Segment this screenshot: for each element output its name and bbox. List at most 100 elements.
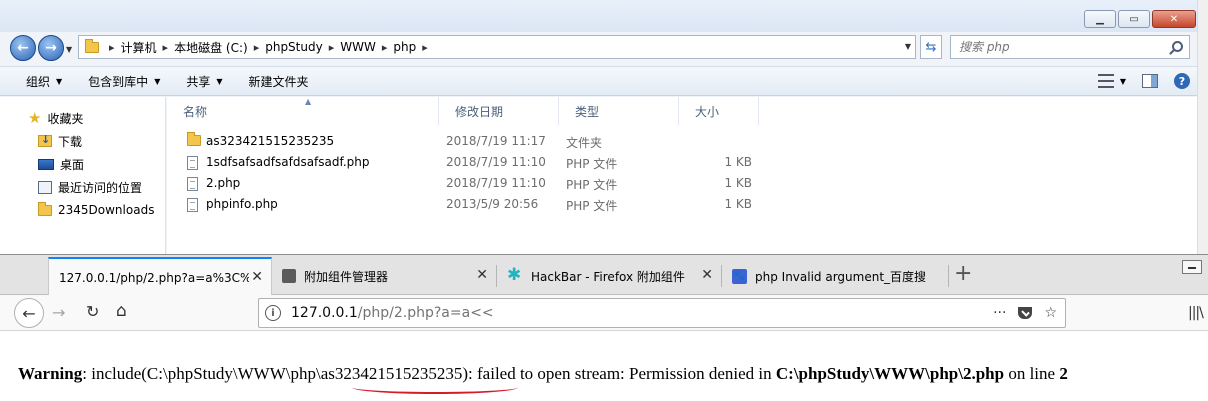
bookmark-star-icon[interactable]: ☆ — [1044, 305, 1057, 321]
breadcrumb-separator[interactable]: ▸ — [382, 41, 388, 54]
breadcrumb-separator[interactable]: ▸ — [422, 41, 428, 54]
pocket-icon[interactable] — [1018, 307, 1033, 319]
column-name-label: 名称 — [183, 104, 208, 119]
file-row[interactable]: 1sdfsafsadfsafdsafsadf.php 2018/7/19 11:… — [167, 152, 767, 173]
recent-places-icon — [38, 180, 52, 194]
downloads-icon — [38, 133, 52, 147]
folder-icon — [85, 38, 99, 53]
view-icon — [1097, 74, 1114, 88]
close-tab-icon[interactable]: ✕ — [251, 269, 263, 285]
explorer-scrollbar[interactable] — [1197, 0, 1208, 256]
warning-text-2: ): failed to open stream: Permission den… — [462, 364, 776, 383]
file-size: 1 KB — [724, 176, 752, 190]
breadcrumb-separator[interactable]: ▸ — [329, 41, 335, 54]
column-header-type[interactable]: 类型 — [559, 97, 679, 125]
file-row[interactable]: as323421515235235 2018/7/19 11:17 文件夹 — [167, 131, 767, 152]
chevron-down-icon: ▼ — [1119, 76, 1126, 86]
close-tab-icon[interactable]: ✕ — [476, 267, 488, 283]
back-button[interactable]: ← — [10, 35, 36, 61]
address-bar[interactable]: ▸ 计算机 ▸ 本地磁盘 (C:) ▸ phpStudy ▸ WWW ▸ php… — [78, 35, 916, 59]
forward-button[interactable]: → — [52, 303, 65, 322]
file-row[interactable]: phpinfo.php 2013/5/9 20:56 PHP 文件 1 KB — [167, 194, 767, 215]
nav-downloads-label: 下载 — [58, 134, 83, 149]
tab-baidu[interactable]: 🐾 php Invalid argument_百度搜 — [722, 257, 948, 295]
reload-button[interactable]: ↻ — [86, 302, 99, 321]
file-date: 2018/7/19 11:10 — [446, 155, 546, 169]
file-list: ▲ 名称 修改日期 类型 大小 as323421515235235 2018/7… — [167, 97, 1197, 256]
column-size-label: 大小 — [695, 104, 720, 119]
library-icon[interactable]: |||\ — [1188, 305, 1204, 321]
search-box[interactable] — [950, 35, 1190, 59]
breadcrumb-computer[interactable]: 计算机 — [121, 39, 157, 56]
file-name: as323421515235235 — [206, 134, 335, 148]
php-file-icon — [187, 156, 198, 170]
warning-text-1: : include(C:\phpStudy\WWW\php\ — [82, 364, 321, 383]
url-bar[interactable]: i 127.0.0.1/php/2.php?a=a<< ··· ☆ — [258, 298, 1066, 328]
breadcrumb-phpstudy[interactable]: phpStudy — [265, 40, 323, 54]
file-date: 2013/5/9 20:56 — [446, 197, 539, 211]
help-icon[interactable]: ? — [1174, 73, 1190, 89]
column-date-label: 修改日期 — [455, 104, 504, 119]
close-button[interactable]: ✕ — [1152, 10, 1196, 28]
breadcrumb-separator[interactable]: ▸ — [163, 41, 169, 54]
column-header-name[interactable]: 名称 — [167, 97, 439, 125]
forward-button[interactable]: → — [38, 35, 64, 61]
search-input[interactable] — [959, 40, 1159, 54]
file-date: 2018/7/19 11:10 — [446, 176, 546, 190]
warning-text-3: on line — [1004, 364, 1060, 383]
file-type: PHP 文件 — [566, 199, 618, 213]
page-actions-icon[interactable]: ··· — [993, 305, 1006, 321]
tab-hackbar[interactable]: HackBar - Firefox 附加组件 ✕ — [497, 257, 721, 295]
preview-pane-icon[interactable] — [1142, 74, 1158, 88]
file-row[interactable]: 2.php 2018/7/19 11:10 PHP 文件 1 KB — [167, 173, 767, 194]
include-in-library-label: 包含到库中 — [88, 74, 149, 89]
column-header-size[interactable]: 大小 — [679, 97, 759, 125]
url-text[interactable]: 127.0.0.1/php/2.php?a=a<< — [291, 305, 494, 321]
hackbar-icon — [507, 265, 523, 285]
nav-desktop[interactable]: 桌面 — [38, 153, 84, 175]
address-dropdown-icon[interactable]: ▼ — [905, 42, 911, 51]
home-icon[interactable]: ⌂ — [116, 301, 127, 321]
breadcrumb-php[interactable]: php — [393, 40, 416, 54]
file-size: 1 KB — [724, 155, 752, 169]
nav-recent[interactable]: 最近访问的位置 — [38, 176, 142, 198]
url-path: /php/2.php?a=a<< — [357, 305, 494, 321]
breadcrumb-local-disk[interactable]: 本地磁盘 (C:) — [174, 39, 248, 56]
warning-file-path: C:\phpStudy\WWW\php\2.php — [775, 364, 1005, 383]
refresh-button[interactable]: ⇆ — [920, 35, 942, 59]
file-name: phpinfo.php — [206, 197, 278, 211]
search-icon[interactable] — [1172, 41, 1183, 52]
back-button[interactable]: ← — [14, 298, 44, 328]
warning-label: Warning — [18, 364, 83, 383]
new-tab-button[interactable]: + — [954, 261, 972, 286]
info-icon[interactable]: i — [265, 305, 281, 321]
nav-downloads[interactable]: 下载 — [38, 130, 82, 152]
desktop-icon — [38, 158, 54, 170]
file-type: PHP 文件 — [566, 157, 618, 171]
tab-title: 附加组件管理器 — [304, 269, 389, 284]
chevron-down-icon: ▼ — [154, 76, 161, 86]
tab-title: HackBar - Firefox 附加组件 — [531, 269, 685, 284]
nav-favorites[interactable]: ★ 收藏夹 — [28, 107, 83, 129]
include-in-library-button[interactable]: 包含到库中 ▼ — [88, 73, 160, 90]
organize-button[interactable]: 组织 ▼ — [26, 73, 62, 90]
change-view-button[interactable]: ▼ — [1097, 74, 1126, 88]
share-button[interactable]: 共享 ▼ — [186, 73, 222, 90]
breadcrumb-www[interactable]: WWW — [340, 40, 376, 54]
nav-2345downloads[interactable]: 2345Downloads — [38, 199, 154, 221]
minimize-button[interactable] — [1182, 260, 1202, 274]
view-controls: ▼ ? — [1097, 73, 1190, 89]
close-tab-icon[interactable]: ✕ — [701, 267, 713, 283]
maximize-button[interactable]: ▭ — [1118, 10, 1150, 28]
folder-icon — [38, 201, 52, 216]
minimize-button[interactable]: ▁ — [1084, 10, 1116, 28]
explorer-window: ▁ ▭ ✕ ← → ▼ ▸ 计算机 ▸ 本地磁盘 (C:) ▸ phpStudy… — [0, 0, 1208, 256]
tab-active[interactable]: 127.0.0.1/php/2.php?a=a%3C%3 ✕ — [48, 257, 272, 296]
new-folder-button[interactable]: 新建文件夹 — [249, 73, 309, 90]
tab-addons[interactable]: 附加组件管理器 ✕ — [272, 257, 496, 295]
column-header-date[interactable]: 修改日期 — [439, 97, 559, 125]
breadcrumb-separator[interactable]: ▸ — [109, 41, 115, 54]
history-dropdown-icon[interactable]: ▼ — [66, 45, 72, 54]
breadcrumb-separator[interactable]: ▸ — [254, 41, 260, 54]
file-name: 2.php — [206, 176, 241, 190]
